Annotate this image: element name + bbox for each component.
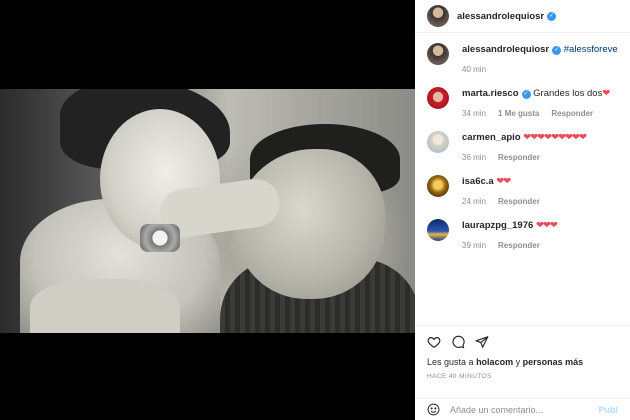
likes-middle: y: [515, 357, 521, 367]
emoji-icon[interactable]: [427, 403, 440, 416]
comment-time: 34 min: [462, 109, 487, 118]
post-actions: Les gusta a holacom y personas más HACE …: [415, 325, 630, 380]
caption-hashtags[interactable]: #alessforeve #lequiocity: [564, 44, 618, 55]
comment-box: Publ: [415, 398, 630, 420]
comment-username[interactable]: laurapzpg_1976: [462, 220, 533, 231]
caption: alessandrolequiosr✓ #alessforeve #lequio…: [427, 43, 618, 74]
comment-avatar[interactable]: [427, 175, 449, 197]
reply-button[interactable]: Responder: [498, 153, 540, 162]
heart-icon[interactable]: [427, 335, 441, 349]
post-comment-button[interactable]: Publ: [599, 405, 619, 415]
likes-prefix: Les gusta a: [427, 357, 474, 367]
likes-summary: Les gusta a holacom y personas más: [427, 357, 618, 367]
post-media[interactable]: [0, 0, 415, 420]
caption-time: 40 min: [462, 65, 487, 74]
comments-list: alessandrolequiosr✓ #alessforeve #lequio…: [415, 33, 630, 316]
share-icon[interactable]: [475, 335, 489, 349]
verified-icon: ✓: [552, 46, 562, 55]
likes-user[interactable]: holacom: [476, 357, 513, 367]
comment-username[interactable]: isa6c.a: [462, 176, 494, 187]
comment-avatar[interactable]: [427, 219, 449, 241]
author-avatar[interactable]: [427, 5, 449, 27]
comment-item: marta.riesco ✓ Grandes los dos❤ 34 min 1 …: [427, 87, 618, 118]
comment-time: 24 min: [462, 197, 487, 206]
comment-time: 36 min: [462, 153, 487, 162]
post-sidebar: alessandrolequiosr ✓ alessandrolequiosr ✓…: [415, 0, 630, 420]
comment-item: isa6c.a ❤❤ 24 min Responder: [427, 175, 618, 206]
reply-button[interactable]: Responder: [498, 197, 540, 206]
post-photo[interactable]: [0, 89, 415, 333]
comment-hearts: ❤: [602, 88, 610, 99]
comment-time: 39 min: [462, 241, 487, 250]
post-header: alessandrolequiosr ✓: [415, 0, 630, 33]
comment-hearts: ❤❤❤: [535, 220, 558, 231]
reply-button[interactable]: Responder: [498, 241, 540, 250]
post-timestamp: HACE 40 MINUTOS: [427, 373, 492, 380]
reply-button[interactable]: Responder: [551, 109, 593, 118]
photo-watch: [140, 224, 180, 252]
comment-input[interactable]: [450, 404, 599, 415]
verified-icon: ✓: [547, 11, 557, 21]
author-username[interactable]: alessandrolequiosr: [457, 11, 544, 22]
verified-icon: ✓: [521, 90, 531, 99]
comment-username[interactable]: marta.riesco: [462, 88, 519, 99]
comment-avatar[interactable]: [427, 131, 449, 153]
comment-username[interactable]: carmen_apio: [462, 132, 521, 143]
comment-icon[interactable]: [451, 335, 465, 349]
caption-username[interactable]: alessandrolequiosr: [462, 44, 549, 55]
comment-hearts: ❤❤: [496, 176, 511, 187]
caption-avatar[interactable]: [427, 43, 449, 65]
comment-item: carmen_apio ❤❤❤❤❤❤❤❤❤ 36 min Responder: [427, 131, 618, 162]
comment-text: Grandes los dos: [533, 88, 603, 99]
photo-hand: [30, 279, 180, 333]
likes-others[interactable]: personas más: [523, 357, 584, 367]
comment-likes[interactable]: 1 Me gusta: [498, 109, 539, 118]
comment-item: laurapzpg_1976 ❤❤❤ 39 min Responder: [427, 219, 618, 250]
comment-avatar[interactable]: [427, 87, 449, 109]
comment-hearts: ❤❤❤❤❤❤❤❤❤: [523, 132, 587, 143]
